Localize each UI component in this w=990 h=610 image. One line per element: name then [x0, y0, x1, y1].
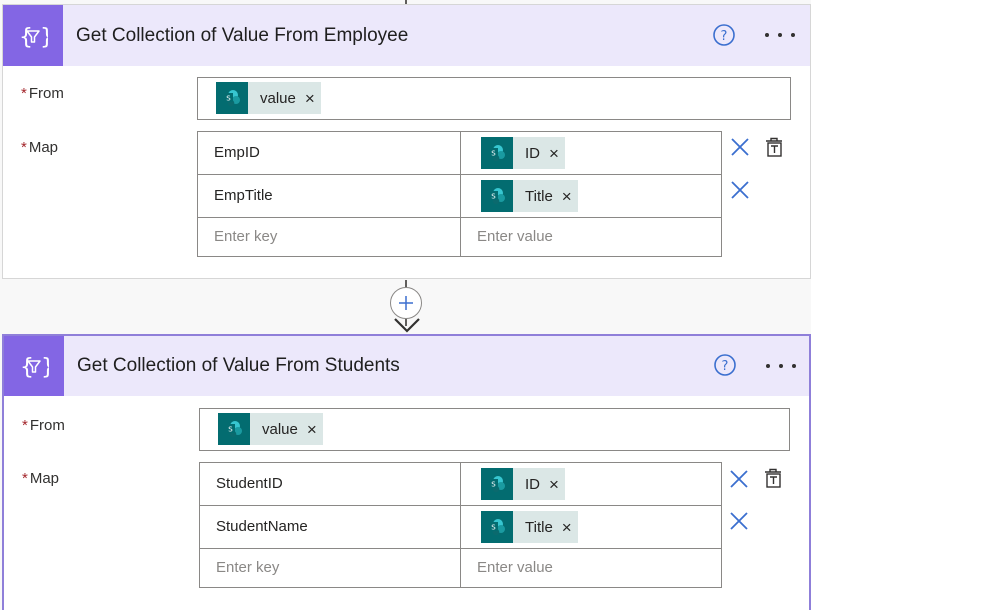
canvas-blank-area	[811, 0, 990, 610]
dynamic-content-token[interactable]: S value ×	[216, 82, 321, 114]
switch-to-text-mode-icon[interactable]	[762, 467, 784, 489]
data-operation-select-icon: { }	[3, 5, 63, 66]
from-input[interactable]: S value ×	[197, 77, 791, 120]
map-key-cell[interactable]: EmpTitle	[197, 174, 461, 218]
svg-text:S: S	[228, 426, 233, 434]
map-value-input[interactable]: Enter value	[460, 217, 722, 257]
svg-text:S: S	[491, 193, 496, 201]
map-value-cell[interactable]: S ID ×	[460, 131, 722, 175]
connector-arrow-icon	[394, 318, 420, 333]
dynamic-content-token[interactable]: S ID ×	[481, 468, 565, 500]
action-card-header[interactable]: { } Get Collection of Value From Employe…	[3, 5, 810, 66]
svg-text:S: S	[491, 524, 496, 532]
close-icon[interactable]	[729, 469, 749, 489]
sharepoint-icon: S	[218, 413, 250, 445]
map-key-input[interactable]: Enter key	[199, 548, 461, 588]
add-step-icon[interactable]	[390, 287, 422, 319]
help-circle-icon[interactable]: ?	[713, 24, 735, 46]
action-card-header[interactable]: { } Get Collection of Value From Student…	[4, 336, 809, 396]
sharepoint-icon: S	[481, 180, 513, 212]
map-label: * Map	[21, 139, 59, 156]
map-table: EmpID S ID × EmpTitle S Title × Enter ke…	[197, 131, 723, 257]
connector-line	[405, 280, 407, 287]
action-card-students[interactable]: { } Get Collection of Value From Student…	[2, 334, 811, 610]
map-value-cell[interactable]: S ID ×	[460, 462, 722, 506]
flow-designer-canvas: { } Get Collection of Value From Employe…	[0, 0, 990, 610]
svg-text:S: S	[491, 150, 496, 158]
token-remove-icon[interactable]: ×	[562, 519, 572, 536]
map-key-cell[interactable]: StudentID	[199, 462, 461, 506]
svg-text:S: S	[226, 95, 231, 103]
action-title[interactable]: Get Collection of Value From Students	[77, 355, 400, 377]
data-operation-select-icon: { }	[4, 336, 64, 396]
sharepoint-icon: S	[481, 137, 513, 169]
action-title[interactable]: Get Collection of Value From Employee	[76, 25, 408, 47]
dynamic-content-token[interactable]: S Title ×	[481, 180, 578, 212]
token-remove-icon[interactable]: ×	[549, 145, 559, 162]
map-label: * Map	[22, 470, 60, 487]
map-value-cell[interactable]: S Title ×	[460, 505, 722, 549]
map-value-input[interactable]: Enter value	[460, 548, 722, 588]
dynamic-content-token[interactable]: S value ×	[218, 413, 323, 445]
more-options-icon[interactable]	[764, 356, 798, 376]
svg-text:?: ?	[721, 29, 728, 44]
map-key-cell[interactable]: StudentName	[199, 505, 461, 549]
svg-text:}: }	[40, 25, 48, 49]
sharepoint-icon: S	[481, 511, 513, 543]
sharepoint-icon: S	[216, 82, 248, 114]
token-remove-icon[interactable]: ×	[305, 90, 315, 107]
map-key-input[interactable]: Enter key	[197, 217, 461, 257]
close-icon[interactable]	[729, 511, 749, 531]
token-remove-icon[interactable]: ×	[307, 421, 317, 438]
close-icon[interactable]	[730, 180, 750, 200]
more-options-icon[interactable]	[763, 25, 797, 45]
svg-text:}: }	[41, 355, 49, 379]
switch-to-text-mode-icon[interactable]	[763, 136, 785, 158]
close-icon[interactable]	[730, 137, 750, 157]
from-input[interactable]: S value ×	[199, 408, 790, 451]
sharepoint-icon: S	[481, 468, 513, 500]
map-key-cell[interactable]: EmpID	[197, 131, 461, 175]
action-card-employee[interactable]: { } Get Collection of Value From Employe…	[2, 4, 811, 279]
dynamic-content-token[interactable]: S Title ×	[481, 511, 578, 543]
help-circle-icon[interactable]: ?	[714, 354, 736, 376]
map-value-cell[interactable]: S Title ×	[460, 174, 722, 218]
from-label: * From	[22, 417, 65, 434]
token-remove-icon[interactable]: ×	[549, 476, 559, 493]
from-label: * From	[21, 85, 64, 102]
map-table: StudentID S ID × StudentName S Title × E…	[199, 462, 723, 588]
dynamic-content-token[interactable]: S ID ×	[481, 137, 565, 169]
token-remove-icon[interactable]: ×	[562, 188, 572, 205]
svg-text:S: S	[491, 481, 496, 489]
svg-text:?: ?	[722, 359, 729, 374]
